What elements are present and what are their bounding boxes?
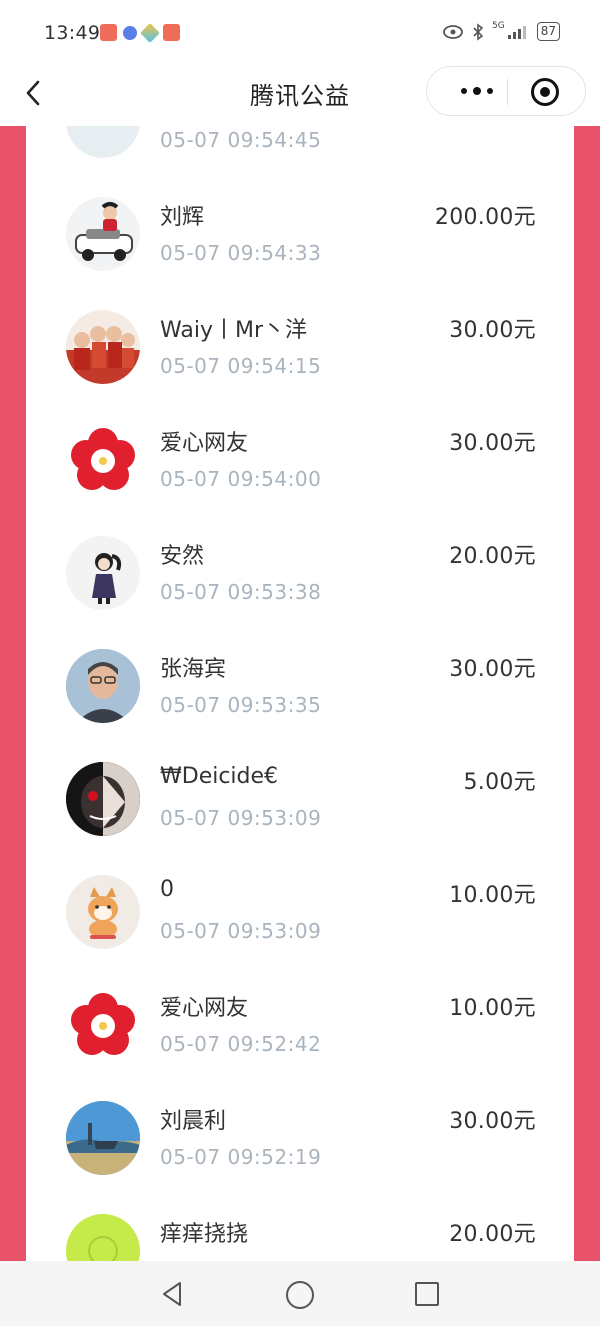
list-item[interactable]: 0 10.00元 05-07 09:53:09	[26, 857, 574, 970]
donation-time: 05-07 09:53:09	[160, 806, 322, 830]
notification-icons	[100, 22, 180, 43]
list-item[interactable]: 刘辉 200.00元 05-07 09:54:33	[26, 179, 574, 292]
donation-list: 05-07 09:54:45 刘辉 200.00元 05-07 09:54:33	[26, 126, 574, 1261]
app-notification-icon	[100, 24, 117, 41]
nav-bar: 腾讯公益	[0, 66, 600, 126]
status-bar: 13:49 5G 87	[0, 0, 600, 66]
donor-name: 刘晨利	[160, 1109, 227, 1134]
green-avatar-icon	[66, 1214, 140, 1261]
donation-amount: 20.00元	[449, 544, 536, 569]
capsule-divider	[507, 79, 508, 105]
battery-indicator: 87	[536, 22, 560, 41]
landscape-avatar-icon	[66, 1101, 140, 1175]
donor-name: 0	[160, 877, 174, 902]
close-mini-program-icon[interactable]	[531, 78, 559, 106]
donation-amount: 5.00元	[463, 770, 536, 795]
left-accent-bar	[0, 126, 26, 1261]
donation-time: 05-07 09:53:09	[160, 919, 322, 943]
more-dot-icon	[473, 87, 481, 95]
donor-name: ₩Deicide€	[160, 764, 279, 789]
donation-time: 05-07 09:54:45	[160, 128, 322, 152]
right-accent-bar	[574, 126, 600, 1261]
system-status: 5G 87	[442, 20, 560, 41]
list-item[interactable]: 痒痒挠挠 20.00元	[26, 1196, 574, 1261]
list-item[interactable]: Waiy丨Mr丶洋 30.00元 05-07 09:54:15	[26, 292, 574, 405]
mini-program-capsule	[426, 66, 586, 116]
browser-notification-icon	[123, 25, 137, 40]
donation-time: 05-07 09:53:38	[160, 580, 322, 604]
list-item[interactable]: 爱心网友 10.00元 05-07 09:52:42	[26, 970, 574, 1083]
list-item[interactable]: ₩Deicide€ 5.00元 05-07 09:53:09	[26, 744, 574, 857]
red-flower-avatar-icon	[66, 423, 140, 497]
news-notification-icon	[163, 24, 180, 41]
car-avatar-icon	[66, 197, 140, 271]
donor-name: 爱心网友	[160, 431, 249, 456]
map-notification-icon	[140, 22, 160, 43]
more-options-button[interactable]	[447, 67, 507, 115]
girl-avatar-icon	[66, 536, 140, 610]
man-portrait-avatar-icon	[66, 649, 140, 723]
list-item[interactable]: 刘晨利 30.00元 05-07 09:52:19	[26, 1083, 574, 1196]
list-item[interactable]: 05-07 09:54:45	[26, 126, 574, 179]
donor-name: 痒痒挠挠	[160, 1222, 249, 1247]
red-flower-avatar-icon	[66, 988, 140, 1062]
group-photo-avatar-icon	[66, 310, 140, 384]
dark-face-avatar-icon	[66, 762, 140, 836]
donor-name: 爱心网友	[160, 996, 249, 1021]
shiba-dog-avatar-icon	[66, 875, 140, 949]
donation-amount: 200.00元	[434, 205, 536, 230]
donation-amount: 10.00元	[449, 996, 536, 1021]
signal-icon	[507, 25, 526, 39]
system-navigation-bar	[0, 1261, 600, 1326]
list-item[interactable]: 安然 20.00元 05-07 09:53:38	[26, 518, 574, 631]
donor-name: Waiy丨Mr丶洋	[160, 318, 307, 343]
avatar-partial-icon	[66, 126, 140, 158]
donor-name: 张海宾	[160, 657, 227, 682]
more-dot-icon	[487, 88, 493, 94]
nav-home-icon[interactable]	[286, 1281, 314, 1309]
donation-time: 05-07 09:53:35	[160, 693, 322, 717]
donation-amount: 30.00元	[449, 657, 536, 682]
status-time: 13:49	[44, 22, 101, 44]
bluetooth-icon	[473, 22, 484, 41]
donation-time: 05-07 09:54:00	[160, 467, 322, 491]
donation-time: 05-07 09:52:42	[160, 1032, 322, 1056]
donor-name: 安然	[160, 544, 205, 569]
donation-amount: 30.00元	[449, 318, 536, 343]
more-dot-icon	[461, 88, 467, 94]
network-label: 5G	[492, 20, 505, 31]
eye-icon	[443, 24, 463, 39]
nav-back-icon[interactable]	[160, 1281, 184, 1307]
list-item[interactable]: 张海宾 30.00元 05-07 09:53:35	[26, 631, 574, 744]
nav-recent-apps-icon[interactable]	[415, 1282, 439, 1306]
donation-time: 05-07 09:54:15	[160, 354, 322, 378]
donation-time: 05-07 09:54:33	[160, 241, 322, 265]
donation-time: 05-07 09:52:19	[160, 1145, 322, 1169]
donation-amount: 10.00元	[449, 883, 536, 908]
list-item[interactable]: 爱心网友 30.00元 05-07 09:54:00	[26, 405, 574, 518]
donation-amount: 30.00元	[449, 431, 536, 456]
donor-name: 刘辉	[160, 205, 205, 230]
donation-amount: 30.00元	[449, 1109, 536, 1134]
donation-amount: 20.00元	[449, 1222, 536, 1247]
